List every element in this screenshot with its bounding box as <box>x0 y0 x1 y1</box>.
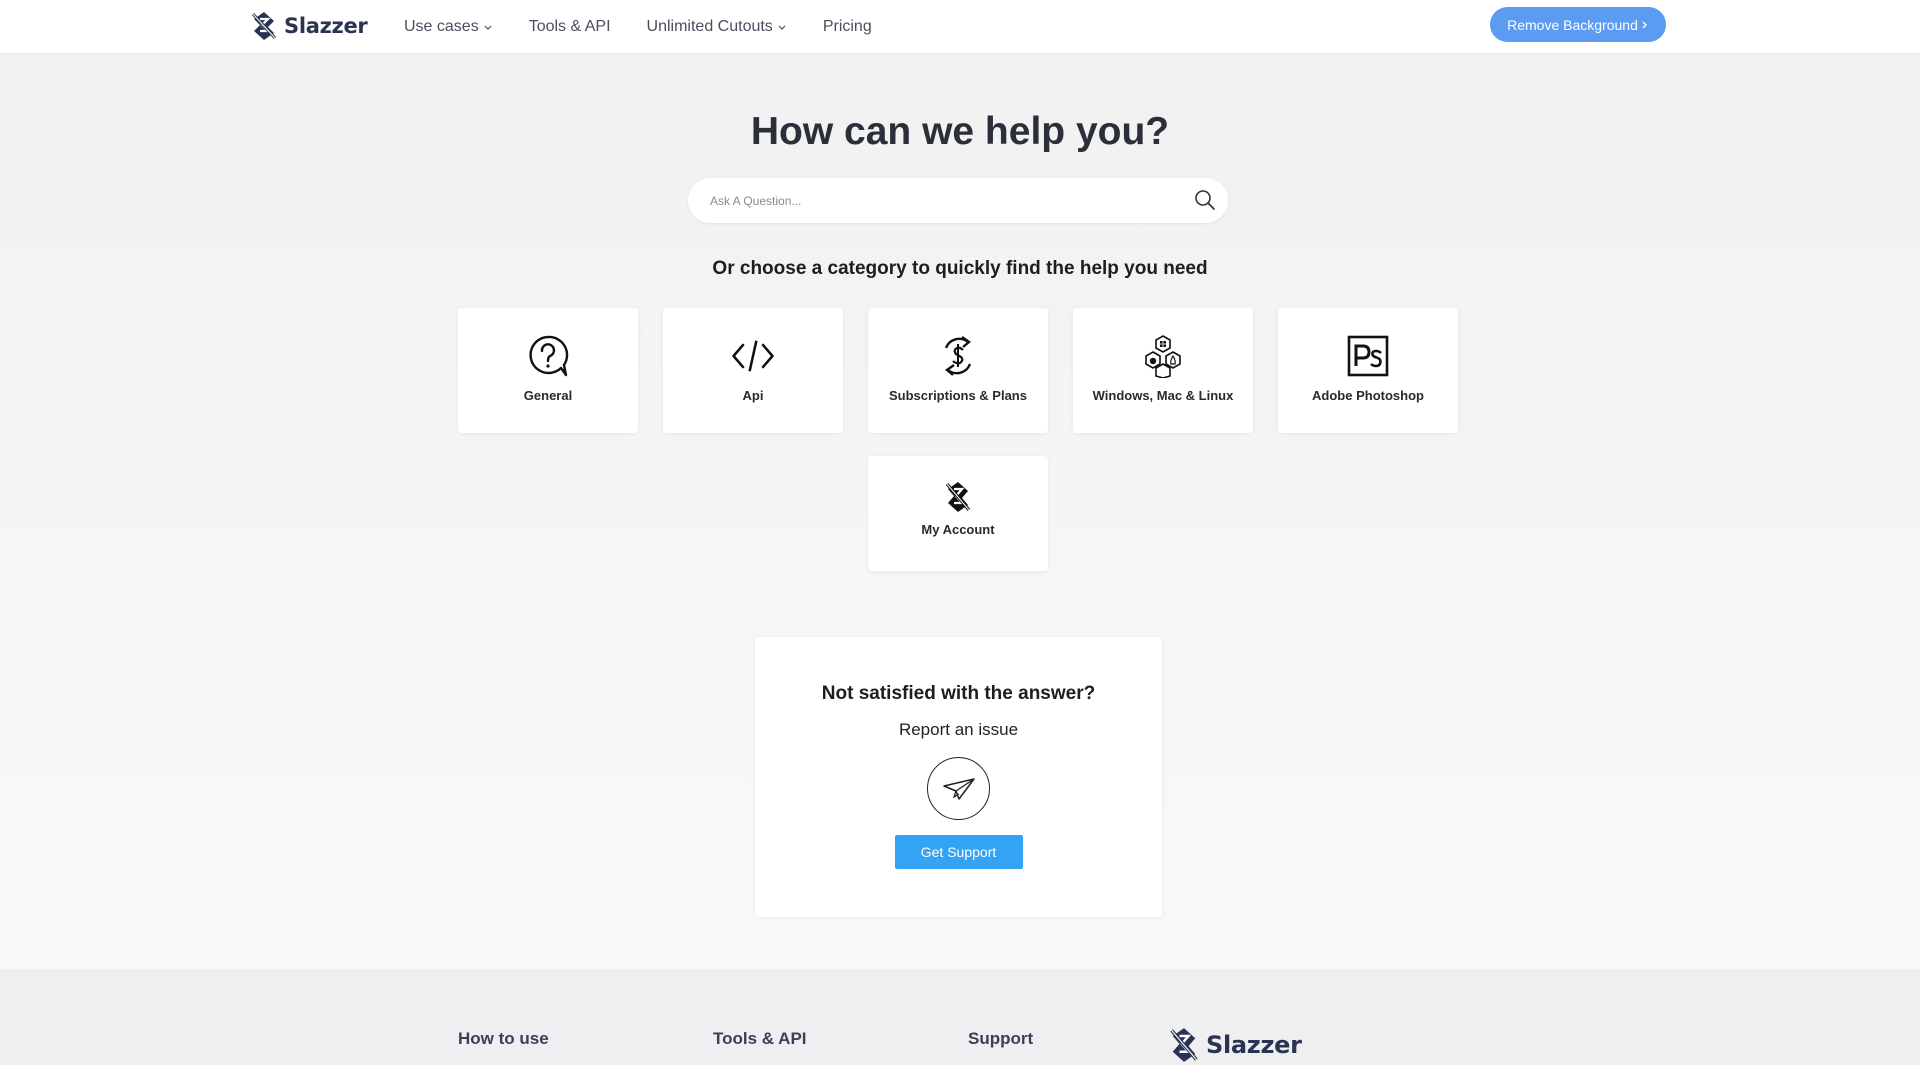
slazzer-logo-icon <box>251 12 277 40</box>
footer-heading-support[interactable]: Support <box>968 1029 1033 1049</box>
category-label: Windows, Mac & Linux <box>1092 388 1234 403</box>
category-label: Subscriptions & Plans <box>889 388 1027 403</box>
paper-plane-icon <box>927 757 990 820</box>
category-card-windows-mac-linux[interactable]: Windows, Mac & Linux <box>1073 308 1253 433</box>
help-center-main: How can we help you? Or choose a categor… <box>0 54 1920 969</box>
nav-tools-api[interactable]: Tools & API <box>529 18 611 36</box>
top-navbar: Slazzer Use cases Tools & API Unlimited … <box>0 0 1920 54</box>
search-icon[interactable] <box>1194 189 1216 211</box>
remove-background-button[interactable]: Remove Background <box>1490 7 1666 42</box>
support-box: Not satisfied with the answer? Report an… <box>755 637 1162 917</box>
chevron-right-icon <box>1642 21 1647 28</box>
chevron-down-icon <box>778 25 786 30</box>
report-issue-text: Report an issue <box>898 720 1019 739</box>
category-label: My Account <box>921 522 995 537</box>
os-hexagons-icon <box>1145 335 1181 378</box>
category-card-my-account[interactable]: My Account <box>868 456 1048 571</box>
category-label: General <box>523 388 573 403</box>
nav-unlimited-cutouts[interactable]: Unlimited Cutouts <box>647 18 787 36</box>
category-card-adobe-photoshop[interactable]: Adobe Photoshop <box>1278 308 1458 433</box>
footer-heading-tools-api[interactable]: Tools & API <box>713 1029 807 1049</box>
category-heading: Or choose a category to quickly find the… <box>712 258 1208 279</box>
main-nav: Use cases Tools & API Unlimited Cutouts … <box>404 0 872 54</box>
category-label: Api <box>742 388 764 403</box>
nav-label: Unlimited Cutouts <box>646 18 773 35</box>
slazzer-logo-icon <box>1170 1028 1198 1062</box>
category-label: Adobe Photoshop <box>1312 388 1424 403</box>
code-icon <box>732 340 774 372</box>
support-question: Not satisfied with the answer? <box>821 683 1096 704</box>
search-input[interactable] <box>710 178 1170 223</box>
logo-text: Slazzer <box>284 14 368 38</box>
logo[interactable]: Slazzer <box>250 9 368 43</box>
dollar-refresh-icon <box>944 336 972 376</box>
page-title: How can we help you? <box>750 110 1170 153</box>
footer: How to use Tools & API Support Slazzer <box>0 969 1920 1065</box>
footer-logo[interactable]: Slazzer <box>1168 1027 1302 1063</box>
cta-label: Remove Background <box>1507 16 1638 33</box>
search-box <box>688 178 1228 223</box>
nav-label: Pricing <box>822 18 872 35</box>
footer-heading-how-to-use[interactable]: How to use <box>458 1029 549 1049</box>
category-card-subscriptions[interactable]: Subscriptions & Plans <box>868 308 1048 433</box>
slazzer-logo-icon <box>945 482 971 512</box>
nav-pricing[interactable]: Pricing <box>823 18 872 36</box>
footer-logo-text: Slazzer <box>1206 1031 1302 1059</box>
chevron-down-icon <box>484 25 492 30</box>
nav-label: Tools & API <box>528 18 611 35</box>
category-card-general[interactable]: General <box>458 308 638 433</box>
question-bubble-icon <box>529 335 569 377</box>
get-support-button[interactable]: Get Support <box>894 835 1023 869</box>
photoshop-icon <box>1347 335 1389 377</box>
category-card-api[interactable]: Api <box>663 308 843 433</box>
nav-label: Use cases <box>404 18 479 35</box>
nav-use-cases[interactable]: Use cases <box>404 18 493 36</box>
